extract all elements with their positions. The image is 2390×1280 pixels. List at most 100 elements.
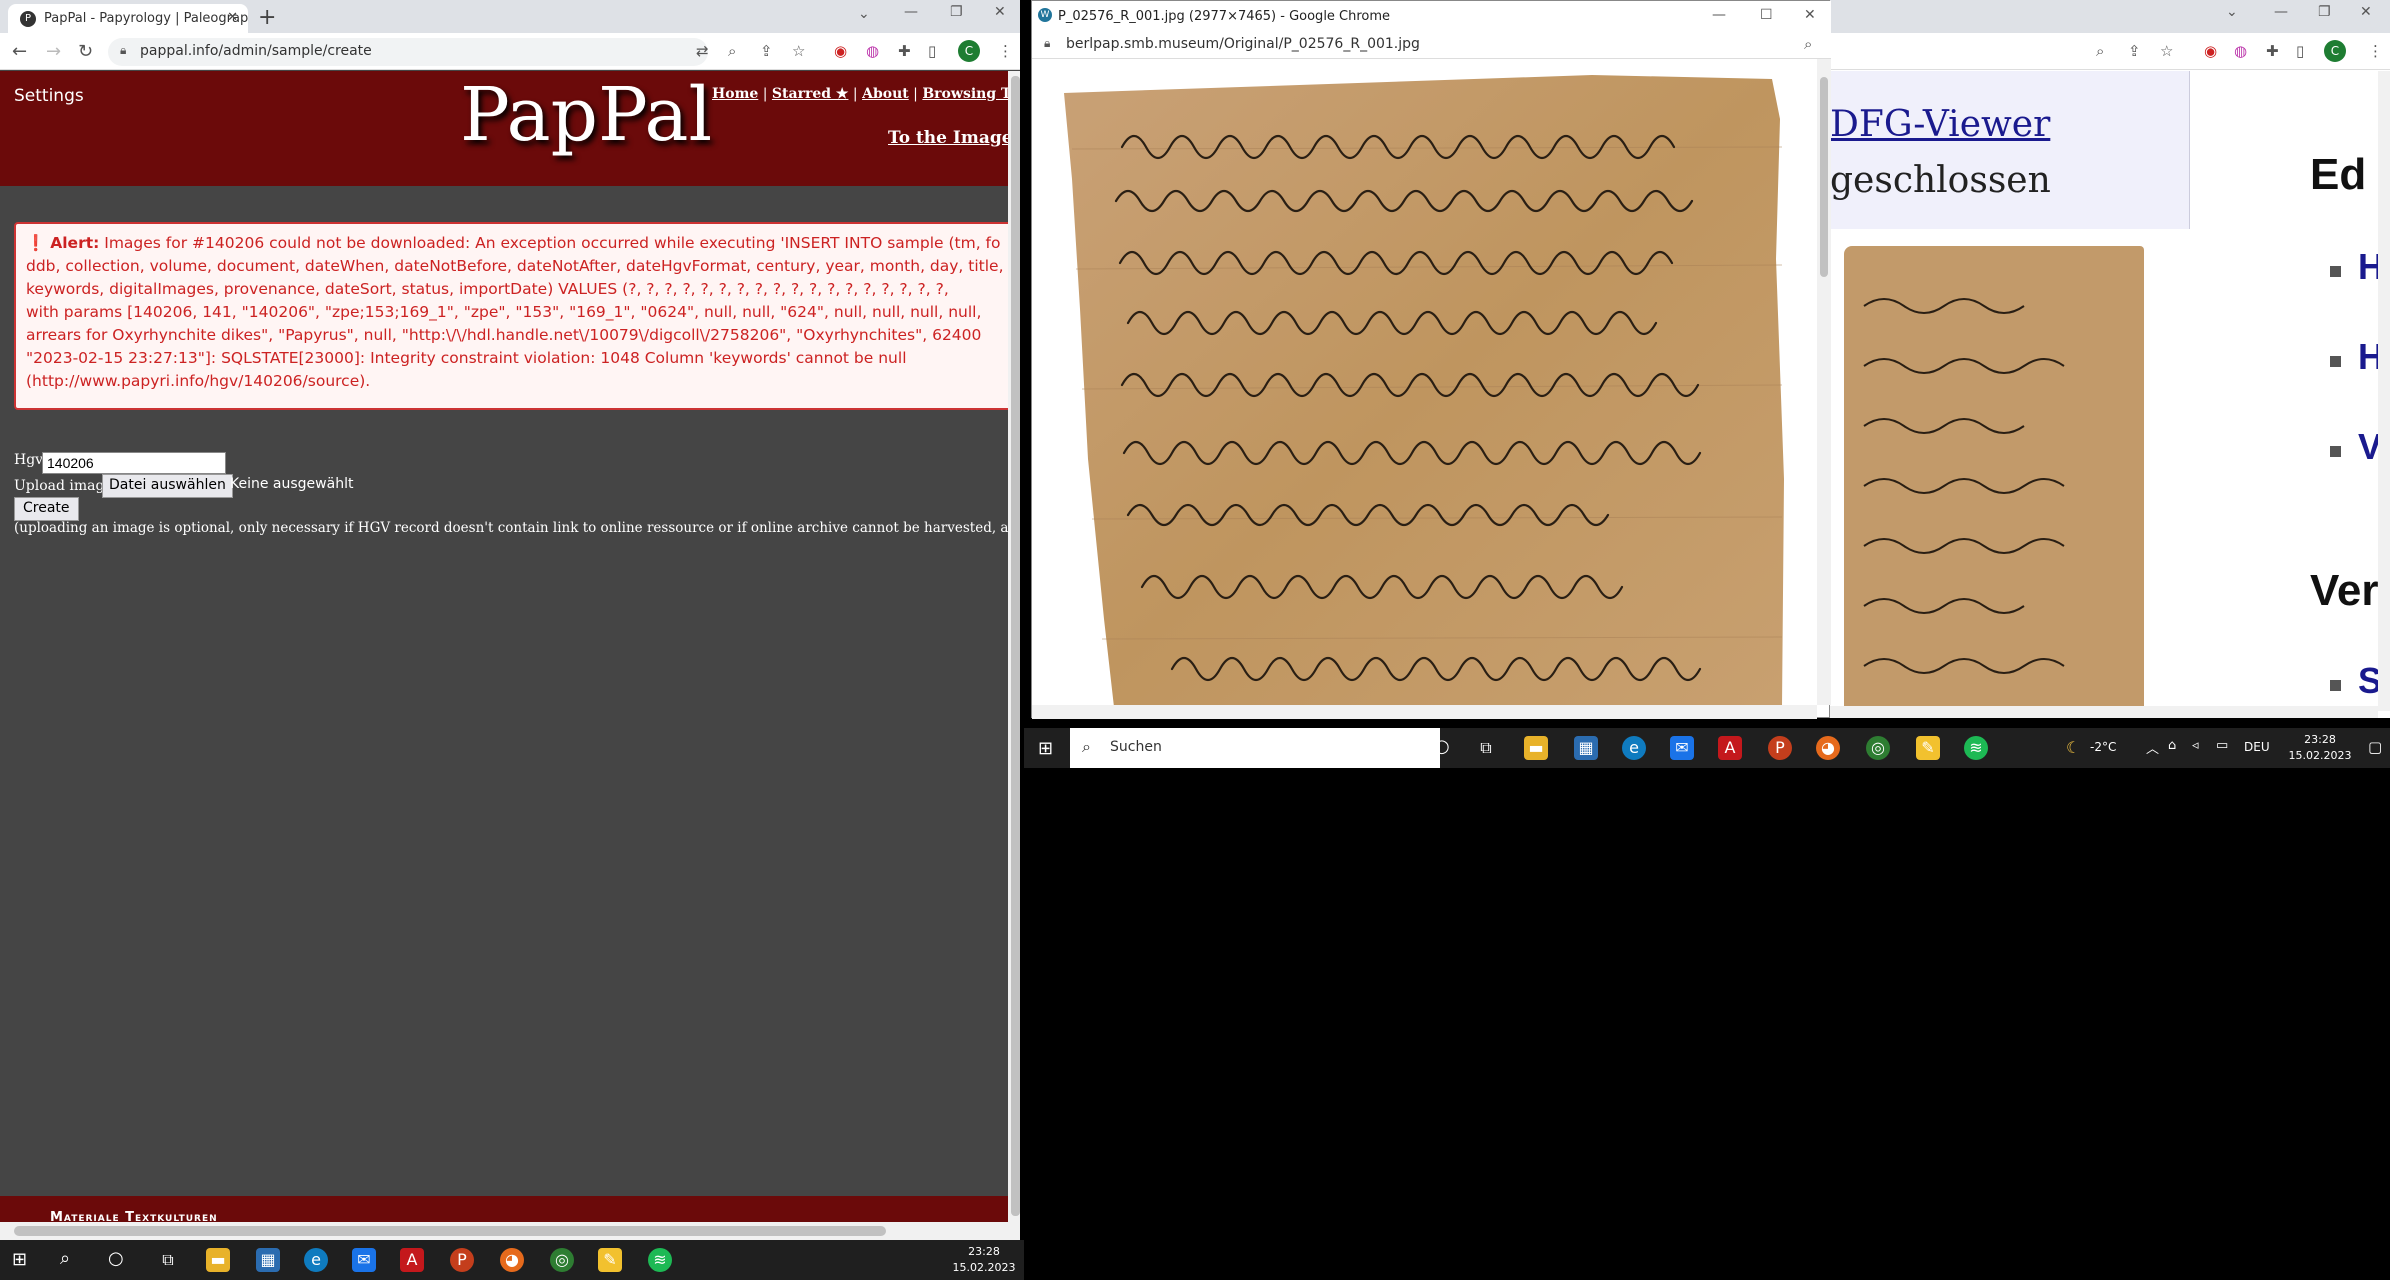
firefox-icon[interactable]: ◕: [1816, 736, 1840, 760]
popup-address-bar[interactable]: 🔒︎ berlpap.smb.museum/Original/P_02576_R…: [1032, 31, 1831, 59]
minimize-icon[interactable]: —: [904, 4, 918, 20]
menu-kebab-icon[interactable]: ⋮: [998, 42, 1013, 60]
to-the-images-link[interactable]: To the Images ...: [888, 128, 1020, 148]
reload-icon[interactable]: ↻: [78, 41, 93, 62]
popup-vertical-scroll-thumb[interactable]: [1820, 77, 1828, 277]
translate-icon[interactable]: ⇄: [696, 42, 709, 60]
vertical-scrollbar[interactable]: [2378, 71, 2390, 711]
share-icon[interactable]: ⇪: [760, 42, 773, 60]
hgv-input[interactable]: [42, 452, 226, 474]
weather-temp[interactable]: -2°C: [2090, 740, 2116, 754]
file-explorer-icon[interactable]: ▬: [1524, 736, 1548, 760]
zoom-icon[interactable]: ⌕: [2096, 42, 2104, 60]
volume-icon[interactable]: ◃: [2192, 738, 2199, 753]
powerpoint-icon[interactable]: P: [1768, 736, 1792, 760]
store-icon[interactable]: ▦: [256, 1248, 280, 1272]
store-icon[interactable]: ▦: [1574, 736, 1598, 760]
nav-starred[interactable]: Starred ★: [772, 86, 849, 102]
restore-icon[interactable]: ❐: [950, 4, 963, 20]
new-tab-icon[interactable]: +: [258, 5, 276, 30]
back-icon[interactable]: ←: [12, 41, 27, 62]
zoom-icon[interactable]: ⌕: [1804, 35, 1812, 53]
network-icon[interactable]: ⌂: [2168, 738, 2176, 753]
tray-chevron-icon[interactable]: ︿: [2146, 738, 2159, 757]
horizontal-scroll-thumb[interactable]: [14, 1226, 886, 1236]
windows-start-icon[interactable]: ⊞: [1038, 738, 1053, 759]
close-window-icon[interactable]: ✕: [2360, 4, 2372, 20]
firefox-icon[interactable]: ◕: [500, 1248, 524, 1272]
nav-browsing-tips[interactable]: Browsing Tips: [922, 86, 1020, 102]
restore-icon[interactable]: ❐: [2318, 4, 2331, 20]
create-button[interactable]: Create: [14, 497, 79, 521]
bookmark-star-icon[interactable]: ☆: [792, 42, 805, 60]
notes-icon[interactable]: ✎: [598, 1248, 622, 1272]
popup-horizontal-scrollbar[interactable]: [1032, 705, 1817, 719]
dfg-viewer-link[interactable]: DFG-Viewer: [1830, 104, 2050, 145]
language-indicator[interactable]: DEU: [2244, 740, 2270, 754]
edge-icon[interactable]: e: [304, 1248, 328, 1272]
minimize-icon[interactable]: —: [1712, 7, 1726, 23]
bullet-marker: [2330, 446, 2341, 457]
nav-home[interactable]: Home: [712, 86, 758, 102]
extension-icon-2[interactable]: ◍: [2234, 42, 2247, 60]
profile-avatar[interactable]: C: [958, 40, 980, 62]
extension-icon[interactable]: ◉: [834, 42, 847, 60]
minimize-icon[interactable]: —: [2274, 4, 2288, 20]
image-viewer[interactable]: [1032, 59, 1820, 707]
horizontal-scrollbar[interactable]: [1830, 706, 2378, 718]
menu-kebab-icon[interactable]: ⋮: [2368, 42, 2383, 60]
close-window-icon[interactable]: ✕: [1804, 7, 1816, 23]
maximize-icon[interactable]: ☐: [1760, 7, 1773, 23]
address-bar[interactable]: 🔒︎ pappal.info/admin/sample/create: [108, 38, 708, 66]
acrobat-icon[interactable]: A: [1718, 736, 1742, 760]
choose-file-button[interactable]: Datei auswählen: [102, 474, 233, 498]
search-icon[interactable]: ⌕: [60, 1248, 70, 1269]
site-logo[interactable]: PapPal: [460, 72, 712, 158]
extensions-puzzle-icon[interactable]: ✚: [898, 42, 911, 60]
edge-icon[interactable]: e: [1622, 736, 1646, 760]
profile-avatar[interactable]: C: [2324, 40, 2346, 62]
forward-icon[interactable]: →: [46, 41, 61, 62]
weather-moon-icon[interactable]: ☾: [2066, 738, 2080, 757]
task-view-icon[interactable]: ⧉: [156, 1248, 180, 1272]
zoom-icon[interactable]: ⌕: [728, 42, 736, 60]
close-tab-icon[interactable]: ✕: [227, 10, 238, 25]
mail-icon[interactable]: ✉: [352, 1248, 376, 1272]
papyrus-thumbnail[interactable]: [1844, 246, 2144, 716]
tab-search-icon[interactable]: ⌄: [2226, 4, 2238, 20]
battery-icon[interactable]: ▭: [2216, 738, 2228, 753]
task-view-icon[interactable]: ⧉: [1474, 736, 1498, 760]
lock-icon: 🔒︎: [1044, 36, 1051, 50]
bookmark-star-icon[interactable]: ☆: [2160, 42, 2173, 60]
papyrus-image[interactable]: [1032, 59, 1820, 707]
browser-tab[interactable]: P PapPal - Papyrology | Paleograph ✕: [8, 4, 248, 33]
settings-link[interactable]: Settings: [14, 86, 84, 106]
sidepanel-icon[interactable]: ▯: [928, 42, 936, 60]
nav-about[interactable]: About: [862, 86, 909, 102]
extension-icon[interactable]: ◉: [2204, 42, 2217, 60]
cortana-icon[interactable]: ○: [108, 1248, 124, 1269]
chrome-icon[interactable]: ◎: [550, 1248, 574, 1272]
tab-search-icon[interactable]: ⌄: [858, 6, 870, 22]
powerpoint-icon[interactable]: P: [450, 1248, 474, 1272]
acrobat-icon[interactable]: A: [400, 1248, 424, 1272]
taskbar-search-box[interactable]: ⌕ Suchen: [1070, 728, 1440, 768]
share-icon[interactable]: ⇪: [2128, 42, 2141, 60]
system-clock[interactable]: 23:28 15.02.2023: [944, 1244, 1024, 1276]
extensions-puzzle-icon[interactable]: ✚: [2266, 42, 2279, 60]
vertical-scroll-thumb[interactable]: [1011, 76, 1020, 1216]
system-clock[interactable]: 23:28 15.02.2023: [2280, 732, 2360, 764]
notification-icon[interactable]: ▢: [2368, 738, 2382, 756]
notes-icon[interactable]: ✎: [1916, 736, 1940, 760]
mail-icon[interactable]: ✉: [1670, 736, 1694, 760]
cortana-icon[interactable]: ○: [1434, 736, 1450, 757]
chrome-icon[interactable]: ◎: [1866, 736, 1890, 760]
papyrus-thumbnail-script: [1863, 298, 2065, 674]
close-window-icon[interactable]: ✕: [994, 4, 1006, 20]
spotify-icon[interactable]: ≋: [1964, 736, 1988, 760]
file-explorer-icon[interactable]: ▬: [206, 1248, 230, 1272]
sidepanel-icon[interactable]: ▯: [2296, 42, 2304, 60]
spotify-icon[interactable]: ≋: [648, 1248, 672, 1272]
extension-icon-2[interactable]: ◍: [866, 42, 879, 60]
windows-start-icon[interactable]: ⊞: [12, 1249, 27, 1270]
